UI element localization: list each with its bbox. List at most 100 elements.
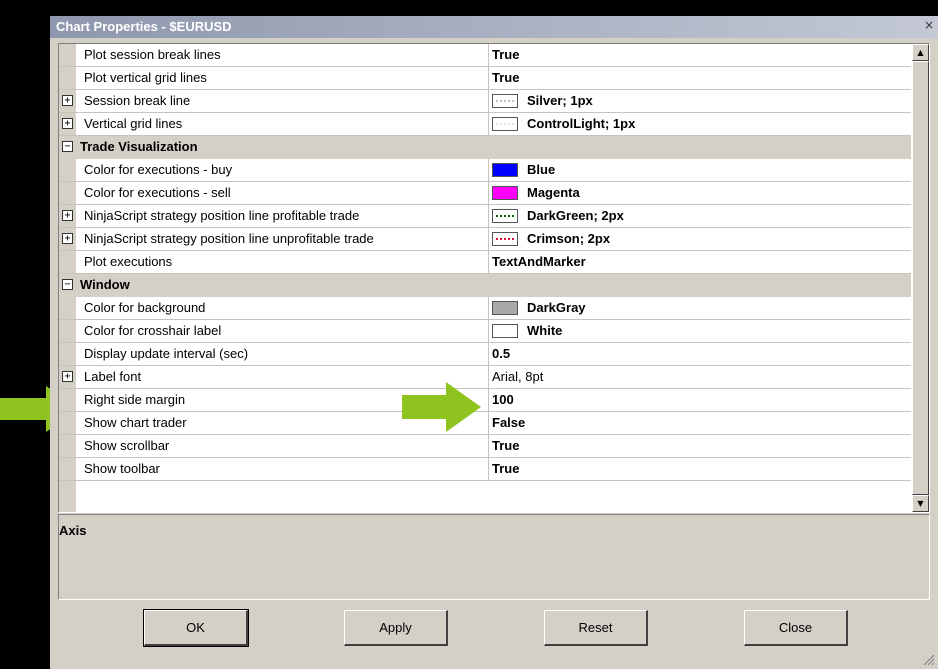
property-row[interactable]: Color for executions - buy Blue	[59, 159, 911, 182]
property-name: Display update interval (sec)	[84, 346, 249, 361]
collapse-icon[interactable]: −	[62, 279, 73, 290]
property-name: Color for crosshair label	[84, 323, 222, 338]
color-swatch	[492, 117, 518, 131]
close-icon[interactable]: ×	[922, 18, 936, 32]
color-swatch	[492, 94, 518, 108]
property-value[interactable]: Crimson; 2px	[527, 231, 610, 246]
column-divider	[488, 44, 489, 66]
property-row[interactable]: + NinjaScript strategy position line unpr…	[59, 228, 911, 251]
property-value[interactable]: True	[492, 461, 519, 476]
property-name: Color for executions - buy	[84, 162, 233, 177]
column-divider	[488, 182, 489, 204]
property-value[interactable]: True	[492, 438, 519, 453]
expand-icon[interactable]: +	[62, 233, 73, 244]
property-value[interactable]: TextAndMarker	[492, 254, 586, 269]
property-row[interactable]: + Label font Arial, 8pt	[59, 366, 911, 389]
property-value[interactable]: ControlLight; 1px	[527, 116, 635, 131]
property-rows: Plot session break lines True Plot vertica…	[59, 44, 911, 481]
column-divider	[488, 320, 489, 342]
vertical-scrollbar[interactable]: ▲ ▼	[912, 44, 929, 512]
apply-button[interactable]: Apply	[344, 610, 448, 646]
ok-button[interactable]: OK	[143, 609, 249, 647]
expand-icon[interactable]: +	[62, 118, 73, 129]
property-name: Vertical grid lines	[84, 116, 183, 131]
column-divider	[488, 412, 489, 434]
column-divider	[488, 343, 489, 365]
reset-button[interactable]: Reset	[544, 610, 648, 646]
dialog-title: Chart Properties - $EURUSD	[56, 19, 232, 34]
property-name: Show chart trader	[84, 415, 187, 430]
property-value[interactable]: Blue	[527, 162, 555, 177]
property-row[interactable]: + NinjaScript strategy position line prof…	[59, 205, 911, 228]
property-value[interactable]: Arial, 8pt	[492, 369, 543, 384]
line-style-preview	[496, 123, 514, 125]
property-row[interactable]: Right side margin 100	[59, 389, 911, 412]
property-row[interactable]: Show scrollbar True	[59, 435, 911, 458]
property-value[interactable]: 0.5	[492, 346, 510, 361]
property-value[interactable]: DarkGreen; 2px	[527, 208, 624, 223]
category-label: Window	[80, 277, 130, 292]
property-name: Label font	[84, 369, 142, 384]
property-row[interactable]: Plot executions TextAndMarker	[59, 251, 911, 274]
color-swatch	[492, 301, 518, 315]
title-bar[interactable]: Chart Properties - $EURUSD ×	[50, 16, 938, 38]
color-swatch	[492, 324, 518, 338]
close-button[interactable]: Close	[744, 610, 848, 646]
property-value[interactable]: DarkGray	[527, 300, 586, 315]
column-divider	[488, 458, 489, 480]
property-row[interactable]: Plot session break lines True	[59, 44, 911, 67]
property-value[interactable]: True	[492, 47, 519, 62]
highlight-arrow-right	[402, 382, 481, 432]
scroll-thumb[interactable]	[912, 61, 929, 495]
scroll-down-button[interactable]: ▼	[912, 495, 929, 512]
category-row[interactable]: − Window	[59, 274, 911, 297]
property-name: NinjaScript strategy position line unpro…	[84, 231, 374, 246]
property-name: Color for background	[84, 300, 206, 315]
property-row[interactable]: + Vertical grid lines ControlLight; 1px	[59, 113, 911, 136]
property-row[interactable]: Plot vertical grid lines True	[59, 67, 911, 90]
property-name: Plot session break lines	[84, 47, 221, 62]
property-value[interactable]: Magenta	[527, 185, 580, 200]
property-value[interactable]: 100	[492, 392, 514, 407]
category-label: Trade Visualization	[80, 139, 198, 154]
collapse-icon[interactable]: −	[62, 141, 73, 152]
expand-icon[interactable]: +	[62, 210, 73, 221]
property-value[interactable]: Silver; 1px	[527, 93, 593, 108]
column-divider	[488, 435, 489, 457]
expand-icon[interactable]: +	[62, 95, 73, 106]
color-swatch	[492, 232, 518, 246]
description-panel: Axis	[58, 514, 930, 600]
category-row[interactable]: − Trade Visualization	[59, 136, 911, 159]
property-row[interactable]: Show chart trader False	[59, 412, 911, 435]
column-divider	[488, 159, 489, 181]
property-name: Color for executions - sell	[84, 185, 231, 200]
property-row[interactable]: Color for background DarkGray	[59, 297, 911, 320]
column-divider	[488, 113, 489, 135]
chart-properties-dialog: Chart Properties - $EURUSD × Plot sessio…	[50, 16, 938, 669]
column-divider	[488, 297, 489, 319]
column-divider	[488, 251, 489, 273]
property-grid: Plot session break lines True Plot vertica…	[58, 43, 930, 513]
description-title: Axis	[59, 523, 87, 538]
column-divider	[488, 90, 489, 112]
property-row[interactable]: Show toolbar True	[59, 458, 911, 481]
property-name: Show scrollbar	[84, 438, 170, 453]
property-value[interactable]: False	[492, 415, 525, 430]
property-row[interactable]: Color for executions - sell Magenta	[59, 182, 911, 205]
expand-icon[interactable]: +	[62, 371, 73, 382]
column-divider	[488, 228, 489, 250]
property-value[interactable]: White	[527, 323, 562, 338]
property-row[interactable]: Display update interval (sec) 0.5	[59, 343, 911, 366]
line-style-preview	[496, 215, 514, 217]
property-name: Session break line	[84, 93, 191, 108]
scroll-up-button[interactable]: ▲	[912, 44, 929, 61]
color-swatch	[492, 209, 518, 223]
property-value[interactable]: True	[492, 70, 519, 85]
color-swatch	[492, 186, 518, 200]
resize-grip-icon[interactable]	[923, 654, 935, 666]
property-name: Right side margin	[84, 392, 186, 407]
property-row[interactable]: + Session break line Silver; 1px	[59, 90, 911, 113]
property-row[interactable]: Color for crosshair label White	[59, 320, 911, 343]
column-divider	[488, 67, 489, 89]
property-name: Show toolbar	[84, 461, 160, 476]
